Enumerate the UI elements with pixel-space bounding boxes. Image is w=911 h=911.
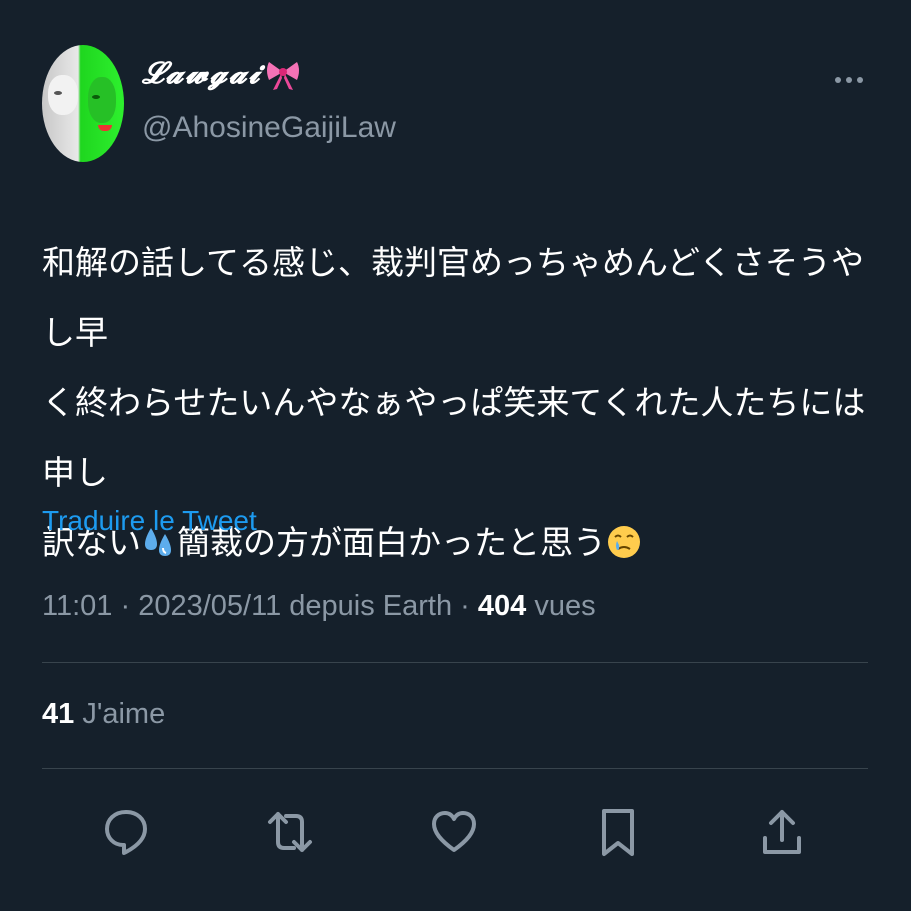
likes-label: J'aime — [82, 698, 166, 730]
views-label: vues — [534, 590, 596, 622]
display-name[interactable]: 𝓛𝓪𝔀𝓰𝓪𝓲 — [142, 56, 301, 92]
avatar-face-left — [48, 75, 78, 115]
like-button[interactable] — [426, 802, 482, 862]
avatar-mouth — [98, 125, 112, 131]
likes-count: 41 — [42, 698, 75, 730]
translate-tweet-link[interactable]: Traduire le Tweet — [42, 505, 257, 537]
user-handle[interactable]: @AhosineGaijiLaw — [142, 111, 396, 145]
share-icon — [763, 810, 801, 854]
tweet-time[interactable]: 11:01 — [42, 590, 112, 622]
views-count: 404 — [477, 590, 527, 622]
retweet-icon — [268, 812, 312, 852]
divider — [42, 662, 868, 663]
tweet-container: 𝓛𝓪𝔀𝓰𝓪𝓲 @AhosineGaijiLaw 和解の話してる感じ、裁判官めっち… — [0, 0, 911, 911]
face-holding-back-tears-icon — [608, 526, 640, 558]
like-icon — [432, 811, 476, 852]
tweet-date[interactable]: 2023/05/11 — [138, 590, 281, 622]
more-dots-icon[interactable] — [832, 68, 866, 92]
reply-button[interactable] — [98, 802, 154, 862]
display-name-text: 𝓛𝓪𝔀𝓰𝓪𝓲 — [142, 56, 262, 91]
tweet-text-line: 和解の話してる感じ、裁判官めっちゃめんどくさそうやし早 — [42, 243, 865, 352]
meta-separator: · — [452, 590, 478, 622]
tweet-text-line: く終わらせたいんやなぁやっぱ笑来てくれた人たちには申し — [42, 383, 866, 492]
bookmark-button[interactable] — [590, 802, 646, 862]
avatar[interactable] — [42, 45, 124, 162]
bookmark-icon — [602, 809, 634, 856]
reply-icon — [105, 810, 147, 855]
avatar-face-right — [88, 77, 116, 123]
tweet-meta: 11:01 · 2023/05/11 depuis Earth · 404 vu… — [42, 590, 596, 623]
likes-stat[interactable]: 41 J'aime — [42, 698, 165, 731]
tweet-source: depuis Earth — [289, 590, 453, 622]
ribbon-icon — [267, 62, 300, 90]
meta-separator: · — [112, 590, 139, 622]
divider — [42, 768, 868, 769]
avatar-eye — [92, 95, 100, 99]
avatar-eye — [54, 91, 62, 95]
retweet-button[interactable] — [262, 802, 318, 862]
share-button[interactable] — [754, 802, 810, 862]
